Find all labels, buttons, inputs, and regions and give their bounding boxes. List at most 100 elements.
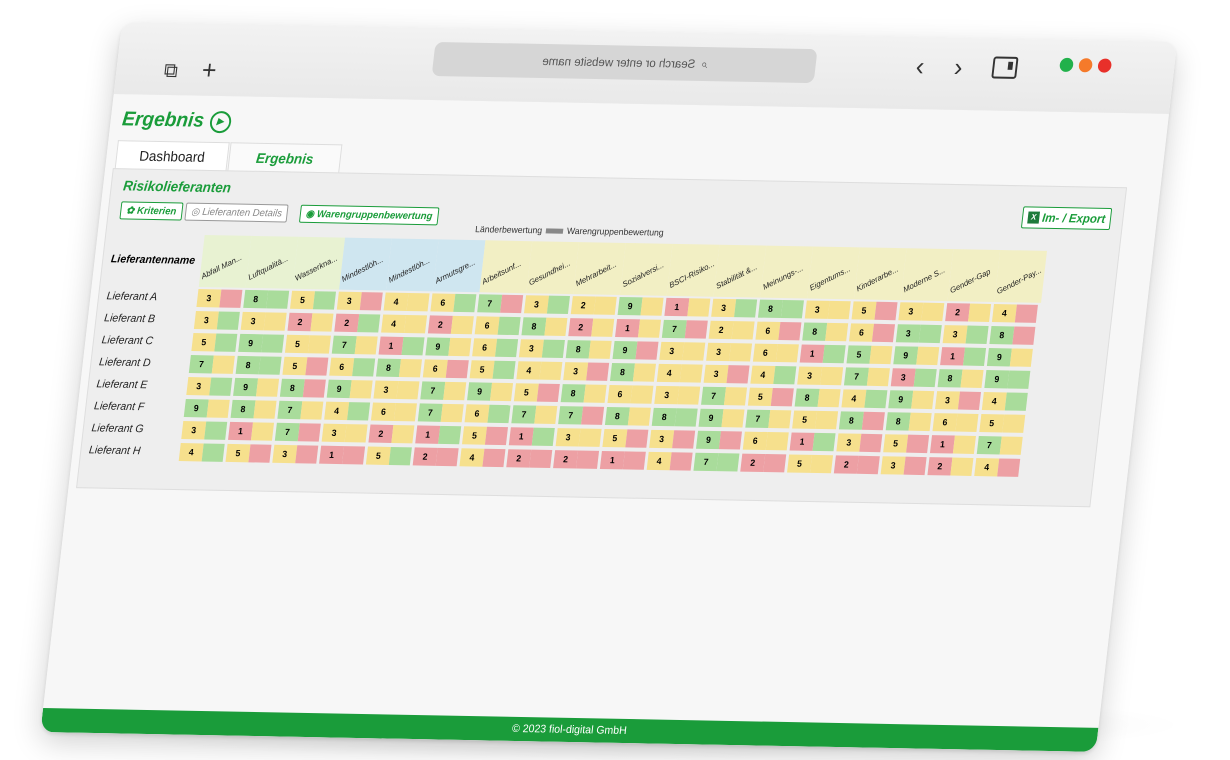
risk-cell[interactable]: 7 <box>661 319 711 339</box>
column-header[interactable]: Sozialversi... <box>619 242 673 296</box>
risk-cell[interactable]: 7 <box>477 294 526 314</box>
risk-cell[interactable]: 5 <box>792 410 841 430</box>
risk-cell[interactable]: 3 <box>703 364 753 384</box>
risk-cell[interactable]: 4 <box>841 389 890 409</box>
risk-cell[interactable]: 4 <box>991 304 1041 323</box>
risk-cell[interactable]: 2 <box>334 313 383 333</box>
risk-cell[interactable]: 5 <box>979 414 1028 433</box>
risk-cell[interactable]: 2 <box>833 455 883 475</box>
lieferanten-details-button[interactable]: ◎ Lieferanten Details <box>184 202 289 223</box>
risk-cell[interactable]: 6 <box>472 338 521 358</box>
risk-cell[interactable]: 8 <box>243 289 292 309</box>
risk-cell[interactable]: 5 <box>602 428 651 448</box>
risk-cell[interactable]: 5 <box>747 387 797 407</box>
risk-cell[interactable]: 8 <box>230 399 280 419</box>
risk-cell[interactable]: 1 <box>599 450 649 470</box>
risk-cell[interactable]: 2 <box>368 424 417 444</box>
risk-cell[interactable]: 5 <box>365 446 415 466</box>
address-bar[interactable]: Search or enter website name ⌕ <box>431 41 818 84</box>
risk-cell[interactable]: 8 <box>376 358 425 378</box>
risk-cell[interactable]: 8 <box>802 322 851 342</box>
risk-cell[interactable]: 5 <box>191 333 240 352</box>
risk-cell[interactable]: 1 <box>929 435 979 454</box>
tabs-overview-icon[interactable]: ⧉ <box>158 59 184 83</box>
risk-cell[interactable]: 4 <box>981 392 1031 411</box>
risk-cell[interactable]: 8 <box>609 362 659 382</box>
risk-cell[interactable]: 6 <box>474 316 524 336</box>
risk-cell[interactable]: 8 <box>279 378 329 398</box>
risk-cell[interactable]: 9 <box>893 346 942 366</box>
risk-cell[interactable]: 7 <box>511 405 560 425</box>
risk-cell[interactable]: 2 <box>945 303 994 322</box>
risk-cell[interactable]: 2 <box>287 312 336 332</box>
risk-cell[interactable]: 6 <box>607 384 656 404</box>
risk-cell[interactable]: 5 <box>284 334 334 354</box>
risk-cell[interactable]: 7 <box>417 403 467 423</box>
column-header[interactable]: BSCI-Risiko... <box>666 243 720 297</box>
risk-cell[interactable]: 2 <box>553 450 602 469</box>
risk-cell[interactable]: 3 <box>804 300 854 320</box>
risk-cell[interactable]: 5 <box>851 301 901 321</box>
risk-cell[interactable]: 5 <box>290 290 339 310</box>
risk-cell[interactable]: 9 <box>986 348 1036 367</box>
risk-cell[interactable]: 3 <box>895 324 945 344</box>
risk-cell[interactable]: 9 <box>698 408 748 428</box>
risk-cell[interactable]: 3 <box>898 302 947 322</box>
risk-cell[interactable]: 9 <box>425 337 474 357</box>
column-header[interactable]: Mindestlöh... <box>339 237 392 291</box>
risk-cell[interactable]: 3 <box>186 377 235 396</box>
risk-cell[interactable]: 6 <box>464 404 514 424</box>
risk-cell[interactable]: 8 <box>794 388 844 408</box>
risk-cell[interactable]: 8 <box>604 406 654 426</box>
risk-cell[interactable]: 5 <box>513 383 563 403</box>
column-header[interactable]: Gender-Gap <box>947 249 1001 303</box>
risk-cell[interactable]: 7 <box>331 335 381 355</box>
risk-cell[interactable]: 3 <box>935 391 984 410</box>
risk-cell[interactable]: 7 <box>701 386 750 406</box>
column-header[interactable]: Stabilität &... <box>713 244 767 298</box>
risk-cell[interactable]: 9 <box>888 390 937 410</box>
risk-cell[interactable]: 4 <box>324 401 373 421</box>
risk-cell[interactable]: 7 <box>188 355 238 374</box>
risk-cell[interactable]: 1 <box>228 421 277 441</box>
risk-cell[interactable]: 7 <box>420 381 469 401</box>
risk-cell[interactable]: 6 <box>849 323 898 343</box>
risk-cell[interactable]: 7 <box>843 367 893 387</box>
risk-cell[interactable]: 8 <box>757 299 807 319</box>
risk-cell[interactable]: 2 <box>740 453 789 473</box>
risk-cell[interactable]: 9 <box>984 370 1033 389</box>
new-tab-icon[interactable]: + <box>197 54 223 84</box>
risk-cell[interactable]: 3 <box>240 311 290 331</box>
risk-cell[interactable]: 9 <box>467 382 516 402</box>
risk-cell[interactable]: 2 <box>568 318 617 337</box>
risk-cell[interactable]: 8 <box>937 369 987 388</box>
risk-cell[interactable]: 4 <box>459 448 508 468</box>
tab-ergebnis[interactable]: Ergebnis <box>227 142 343 174</box>
risk-cell[interactable]: 5 <box>225 443 275 463</box>
risk-cell[interactable]: 3 <box>272 444 321 464</box>
column-header[interactable]: Gesundhei... <box>526 241 580 295</box>
back-arrow-icon[interactable]: ‹ <box>914 51 926 82</box>
risk-cell[interactable]: 1 <box>799 344 849 364</box>
risk-cell[interactable]: 5 <box>883 434 932 454</box>
risk-cell[interactable]: 7 <box>976 436 1026 455</box>
risk-cell[interactable]: 9 <box>695 430 745 450</box>
risk-cell[interactable]: 3 <box>797 366 846 386</box>
kriterien-button[interactable]: ✿ Kriterien <box>119 201 184 221</box>
risk-cell[interactable]: 6 <box>370 402 420 422</box>
column-header[interactable]: Moderne S... <box>900 248 954 302</box>
risk-cell[interactable]: 1 <box>415 425 464 445</box>
risk-cell[interactable]: 3 <box>193 311 243 330</box>
risk-cell[interactable]: 1 <box>378 336 428 356</box>
risk-cell[interactable]: 7 <box>745 409 794 429</box>
risk-cell[interactable]: 3 <box>321 423 371 443</box>
risk-cell[interactable]: 3 <box>649 429 698 449</box>
risk-cell[interactable]: 3 <box>880 456 930 476</box>
risk-cell[interactable]: 2 <box>506 449 555 469</box>
risk-cell[interactable]: 4 <box>516 361 565 381</box>
risk-cell[interactable]: 9 <box>326 379 376 399</box>
risk-cell[interactable]: 3 <box>523 295 573 315</box>
risk-cell[interactable]: 7 <box>277 400 326 420</box>
risk-cell[interactable]: 3 <box>518 339 568 359</box>
column-header[interactable]: Meinungs-... <box>760 245 814 299</box>
